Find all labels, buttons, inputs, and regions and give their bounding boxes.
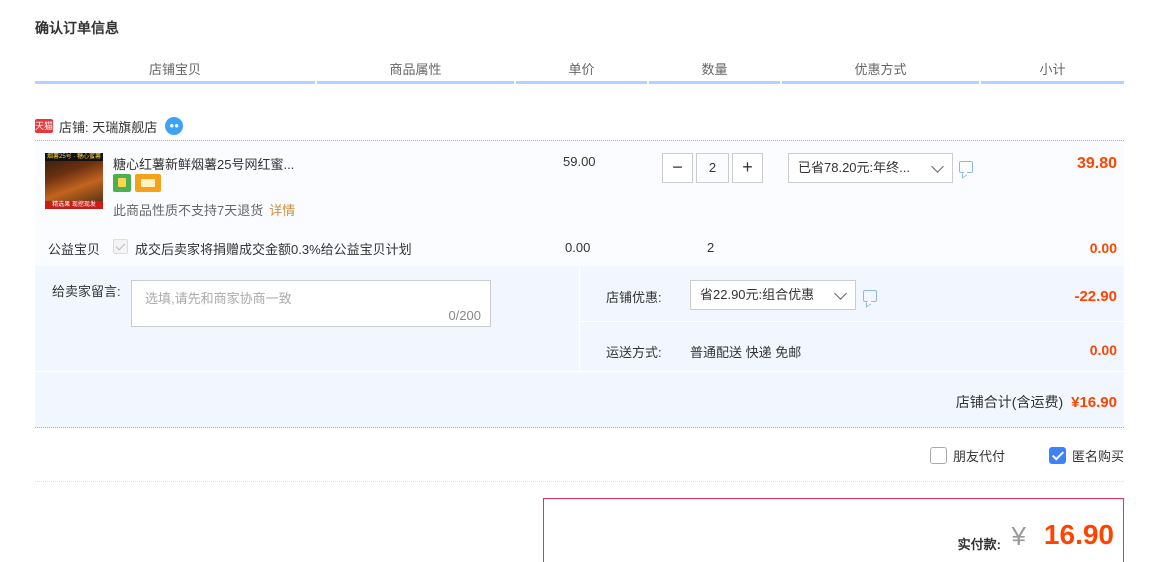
anonymous-option[interactable]: 匿名购买 <box>1048 446 1124 465</box>
shipping-label: 运送方式: <box>606 345 662 360</box>
item-subtotal: 39.80 <box>1076 155 1117 172</box>
friend-pay-option[interactable]: 朋友代付 <box>929 446 1005 465</box>
wangwang-chat-icon[interactable]: ●● <box>165 117 184 135</box>
shop-name-link[interactable]: 店铺: 天瑞旗舰店 <box>59 117 157 136</box>
divider <box>579 266 580 371</box>
shop-promo-amount: -22.90 <box>1074 288 1117 305</box>
col-header-item: 店铺宝贝 <box>35 60 315 84</box>
item-thumbnail[interactable]: 烟薯25号 · 糖心蜜薯 精选果 现挖现发 <box>45 153 103 209</box>
quantity-input[interactable]: 2 <box>696 153 729 183</box>
col-header-price: 单价 <box>516 60 647 84</box>
return-policy-text: 此商品性质不支持7天退货 <box>113 203 264 218</box>
payment-summary: 实付款: ¥ 16.90 <box>543 498 1124 562</box>
friend-pay-label: 朋友代付 <box>952 449 1005 464</box>
charity-qty: 2 <box>707 240 715 255</box>
message-label: 给卖家留言: <box>52 284 121 299</box>
payment-options: 朋友代付 匿名购买 <box>929 446 1124 465</box>
item-name-link[interactable]: 糖心红薯新鲜烟薯25号网红蜜... <box>113 154 294 173</box>
shop-promo-value: 省22.90元:组合优惠 <box>700 287 815 302</box>
quantity-minus-button[interactable]: − <box>662 153 693 183</box>
item-promo-value: 已省78.20元:年终... <box>798 160 910 175</box>
service-icons <box>113 174 161 192</box>
chevron-down-icon <box>834 287 847 300</box>
payment-label: 实付款: <box>957 537 1001 552</box>
shop-total-label: 店铺合计(含运费) <box>955 394 1064 410</box>
message-textarea[interactable]: 选填,请先和商家协商一致 0/200 <box>131 280 491 327</box>
shipping-amount: 0.00 <box>1089 342 1117 358</box>
shop-promo-label: 店铺优惠: <box>606 290 662 305</box>
col-header-promo: 优惠方式 <box>782 60 979 84</box>
currency-symbol: ¥ <box>1011 521 1026 551</box>
anonymous-label: 匿名购买 <box>1071 449 1124 464</box>
col-header-qty: 数量 <box>649 60 780 84</box>
anonymous-checkbox[interactable] <box>1048 447 1066 464</box>
shop-total-amount: ¥16.90 <box>1071 394 1117 411</box>
charity-label: 公益宝贝 <box>48 242 101 257</box>
thumb-bottom-text: 精选果 现挖现发 <box>45 201 103 209</box>
credit-card-icon[interactable] <box>135 174 161 192</box>
charity-price: 0.00 <box>565 240 591 255</box>
charity-text: 成交后卖家将捐赠成交金额0.3%给公益宝贝计划 <box>135 242 412 257</box>
detail-link[interactable]: 详情 <box>269 203 295 218</box>
chevron-down-icon <box>931 160 944 173</box>
message-placeholder: 选填,请先和商家协商一致 <box>145 291 292 306</box>
quantity-plus-button[interactable]: + <box>732 153 763 183</box>
col-header-subtotal: 小计 <box>981 60 1124 84</box>
divider <box>35 481 1124 482</box>
divider <box>35 371 1124 372</box>
charity-subtotal: 0.00 <box>1089 240 1117 256</box>
col-header-attr: 商品属性 <box>317 60 514 84</box>
shop-summary: 给卖家留言: 选填,请先和商家协商一致 0/200 店铺优惠: 省22.90元:… <box>35 266 1124 428</box>
charity-checkbox[interactable] <box>113 239 128 254</box>
item-promo-select[interactable]: 已省78.20元:年终... <box>788 153 953 183</box>
column-header: 店铺宝贝 商品属性 单价 数量 优惠方式 小计 <box>35 60 1124 84</box>
guarantee-icon[interactable] <box>113 174 131 192</box>
friend-pay-checkbox[interactable] <box>929 447 947 464</box>
shop-promo-comment-icon[interactable] <box>863 290 877 302</box>
page-title: 确认订单信息 <box>35 20 119 36</box>
quantity-stepper: − 2 + <box>662 153 763 183</box>
shop-row: 天猫 店铺: 天瑞旗舰店 ●● <box>35 114 184 138</box>
shop-promo-select[interactable]: 省22.90元:组合优惠 <box>690 280 856 310</box>
shipping-method: 普通配送 快递 免邮 <box>690 345 802 360</box>
shop-total: 店铺合计(含运费) ¥16.90 <box>956 392 1117 412</box>
tmall-icon: 天猫 <box>35 119 54 133</box>
return-policy-note: 此商品性质不支持7天退货 详情 <box>113 200 295 219</box>
thumb-top-text: 烟薯25号 · 糖心蜜薯 <box>45 153 103 161</box>
unit-price: 59.00 <box>563 154 596 169</box>
payment-amount: 16.90 <box>1043 519 1114 550</box>
order-item: 烟薯25号 · 糖心蜜薯 精选果 现挖现发 糖心红薯新鲜烟薯25号网红蜜... … <box>35 140 1124 266</box>
divider <box>579 321 1124 322</box>
message-char-count: 0/200 <box>448 308 481 323</box>
promo-comment-icon[interactable] <box>959 161 973 173</box>
